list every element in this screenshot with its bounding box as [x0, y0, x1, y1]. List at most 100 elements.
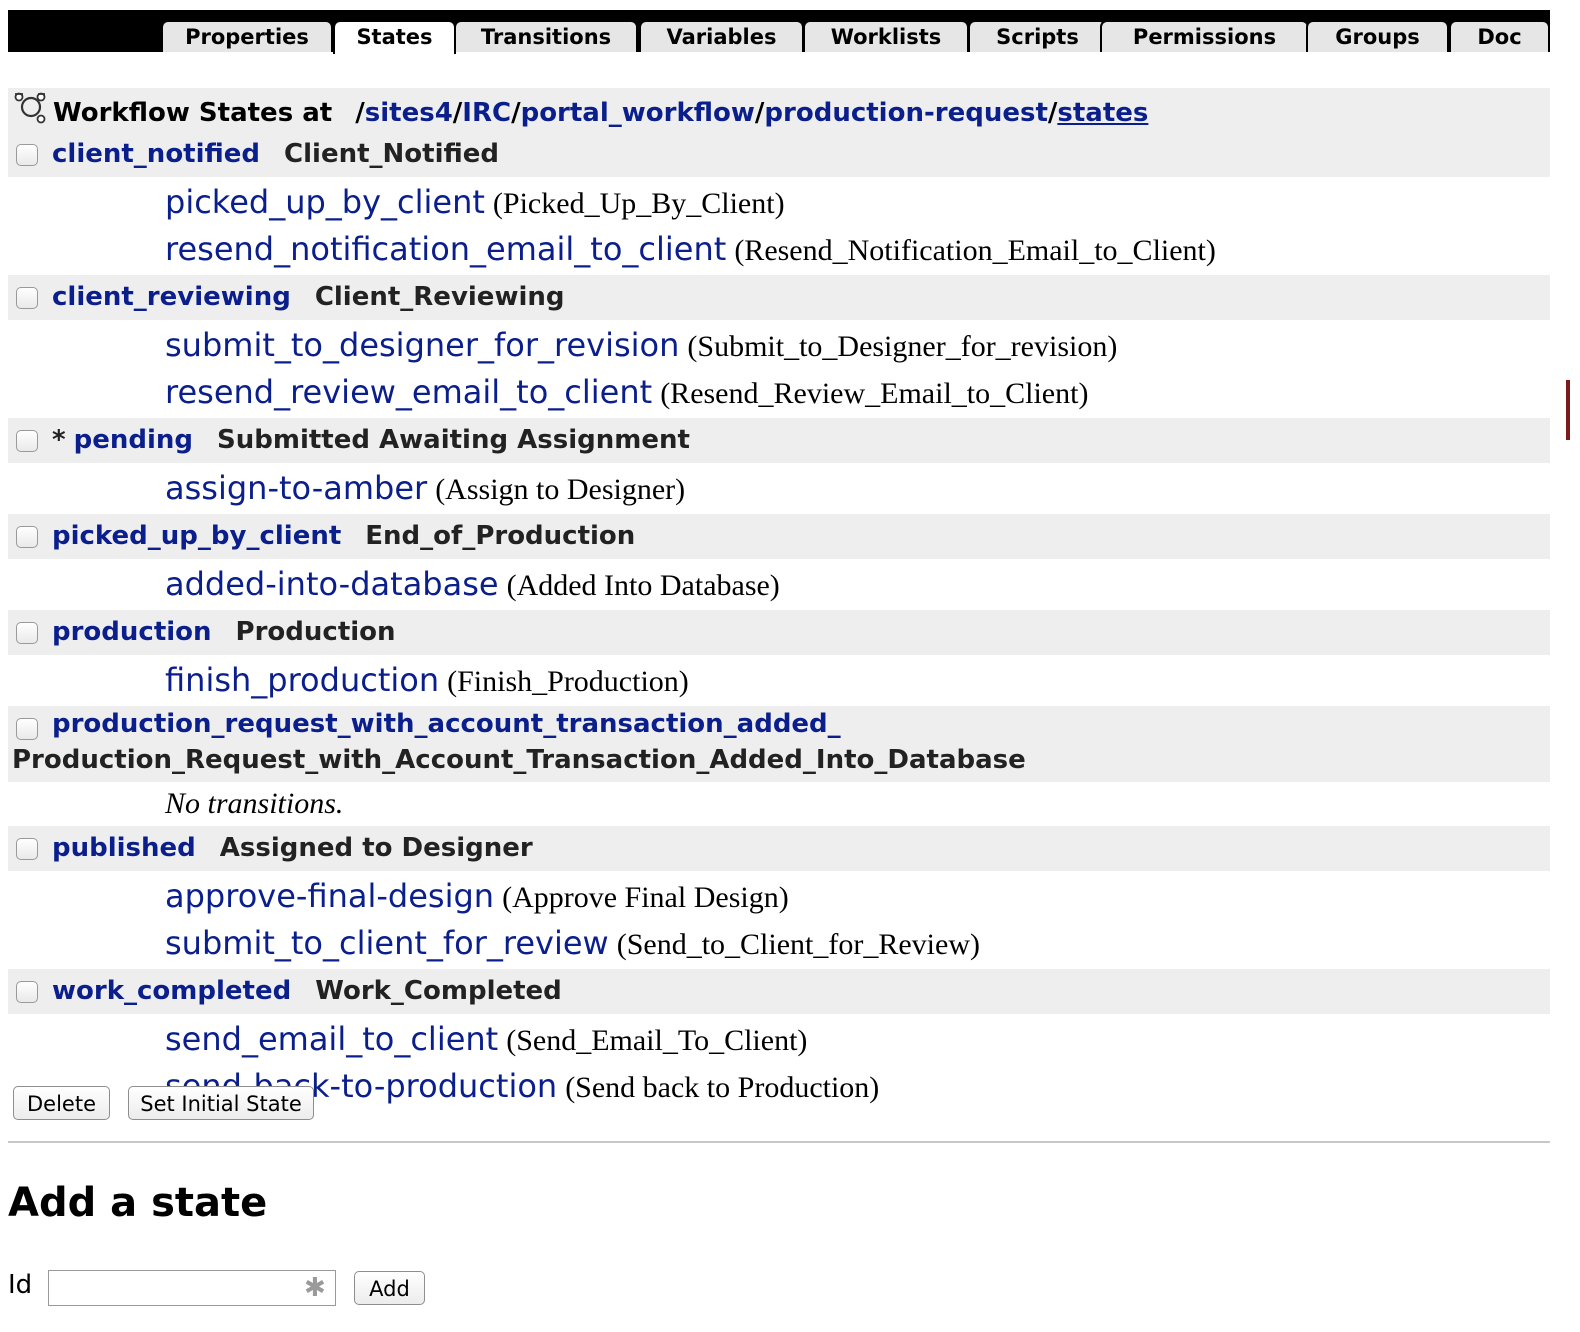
state-row: published Assigned to Designer [8, 826, 1550, 871]
transition-item: send_email_to_client (Send_Email_To_Clien… [165, 1016, 1550, 1063]
workflow-icon [14, 92, 46, 124]
transition-link[interactable]: finish_production [165, 661, 439, 699]
transition-title: (Picked_Up_By_Client) [492, 187, 785, 220]
transition-item: picked_up_by_client (Picked_Up_By_Client) [165, 179, 1550, 226]
transition-title: (Added Into Database) [506, 569, 780, 602]
breadcrumb: /sites4/IRC/portal_workflow/production-r… [355, 98, 1148, 128]
states-list: Workflow States at /sites4/IRC/portal_wo… [8, 88, 1550, 1112]
transition-link[interactable]: assign-to-amber [165, 469, 427, 507]
transition-title: (Resend_Review_Email_to_Client) [660, 377, 1089, 410]
transition-title: (Send_to_Client_for_Review) [616, 928, 980, 961]
breadcrumb-link-states[interactable]: states [1057, 98, 1148, 128]
initial-state-marker: * [52, 425, 66, 455]
tabs: Properties States Transitions Variables Work… [8, 20, 1550, 54]
transition-title: (Send_Email_To_Client) [506, 1024, 808, 1057]
breadcrumb-separator: / [511, 98, 521, 128]
breadcrumb-link-portal_workflow[interactable]: portal_workflow [521, 98, 755, 128]
state-id-link[interactable]: picked_up_by_client [52, 521, 341, 551]
transition-item: approve-final-design (Approve Final Desig… [165, 873, 1550, 920]
add-button[interactable]: Add [354, 1271, 425, 1305]
tab-groups[interactable]: Groups [1306, 20, 1449, 52]
state-checkbox[interactable] [16, 838, 38, 860]
state-id-link[interactable]: pending [74, 425, 193, 455]
breadcrumb-separator: / [452, 98, 463, 128]
transition-item: submit_to_client_for_review (Send_to_Clie… [165, 920, 1550, 967]
transitions-list: assign-to-amber (Assign to Designer) [8, 463, 1550, 514]
window-edge [1566, 380, 1570, 440]
state-id-link[interactable]: work_completed [52, 976, 291, 1006]
add-state-heading: Add a state [8, 1180, 268, 1226]
state-row: picked_up_by_client End_of_Production [8, 514, 1550, 559]
state-title: Client_Notified [284, 139, 500, 169]
state-checkbox[interactable] [16, 718, 38, 740]
tab-properties[interactable]: Properties [161, 20, 333, 52]
state-id-link[interactable]: client_reviewing [52, 282, 291, 312]
transition-link[interactable]: added-into-database [165, 565, 499, 603]
transition-title: (Send back to Production) [565, 1071, 880, 1104]
transition-item: send-back-to-production (Send back to Pro… [165, 1063, 1550, 1110]
transition-link[interactable]: resend_notification_email_to_client [165, 230, 726, 268]
state-id-input[interactable] [48, 1270, 336, 1306]
transitions-list: No transitions. [8, 782, 1550, 826]
breadcrumb-link-production-request[interactable]: production-request [764, 98, 1047, 128]
state-heading: production_request_with_account_transact… [52, 706, 841, 742]
transition-item: added-into-database (Added Into Database) [165, 561, 1550, 608]
divider [8, 1141, 1550, 1143]
transitions-list: submit_to_designer_for_revision (Submit_t… [8, 320, 1550, 418]
transition-title: (Assign to Designer) [435, 473, 686, 506]
state-checkbox[interactable] [16, 981, 38, 1003]
breadcrumb-link-IRC[interactable]: IRC [462, 98, 511, 128]
transition-link[interactable]: submit_to_designer_for_revision [165, 326, 679, 364]
state-row: client_notified Client_Notified [8, 132, 1550, 177]
page-title-bar: Workflow States at /sites4/IRC/portal_wo… [8, 88, 1550, 132]
state-checkbox[interactable] [16, 526, 38, 548]
breadcrumb-link-sites4[interactable]: sites4 [365, 98, 453, 128]
set-initial-state-button[interactable]: Set Initial State [128, 1086, 314, 1120]
state-row: work_completed Work_Completed [8, 969, 1550, 1014]
transition-title: (Approve Final Design) [502, 881, 789, 914]
tab-variables[interactable]: Variables [639, 20, 804, 52]
state-title: Submitted Awaiting Assignment [217, 425, 690, 455]
tab-worklists[interactable]: Worklists [803, 20, 969, 52]
state-checkbox[interactable] [16, 287, 38, 309]
transition-item: finish_production (Finish_Production) [165, 657, 1550, 704]
transition-link[interactable]: resend_review_email_to_client [165, 373, 652, 411]
state-title: Production_Request_with_Account_Transact… [12, 745, 1026, 775]
transition-title: (Finish_Production) [447, 665, 689, 698]
id-label: Id [8, 1270, 33, 1300]
state-id-link[interactable]: client_notified [52, 139, 260, 169]
state-heading: picked_up_by_client End_of_Production [52, 514, 635, 558]
no-transitions-text: No transitions. [165, 787, 344, 820]
state-title: Client_Reviewing [314, 282, 565, 312]
state-heading: work_completed Work_Completed [52, 969, 562, 1013]
tab-transitions[interactable]: Transitions [454, 20, 638, 52]
state-title: Work_Completed [315, 976, 562, 1006]
transition-link[interactable]: approve-final-design [165, 877, 494, 915]
state-id-link[interactable]: published [52, 833, 196, 863]
page-title: Workflow States at [53, 98, 333, 128]
tab-permissions[interactable]: Permissions [1100, 20, 1309, 52]
tab-doc[interactable]: Doc [1449, 20, 1550, 52]
state-checkbox[interactable] [16, 622, 38, 644]
tab-states[interactable]: States [333, 20, 456, 54]
transition-item: submit_to_designer_for_revision (Submit_t… [165, 322, 1550, 369]
state-row: production Production [8, 610, 1550, 655]
breadcrumb-separator: / [1047, 98, 1058, 128]
transition-link[interactable]: picked_up_by_client [165, 183, 485, 221]
transition-title: (Submit_to_Designer_for_revision) [687, 330, 1118, 363]
transition-link[interactable]: send_email_to_client [165, 1020, 498, 1058]
transitions-list: picked_up_by_client (Picked_Up_By_Client)… [8, 177, 1550, 275]
state-id-link[interactable]: production_request_with_account_transact… [52, 709, 841, 739]
delete-button[interactable]: Delete [13, 1086, 110, 1120]
transitions-list: added-into-database (Added Into Database) [8, 559, 1550, 610]
state-checkbox[interactable] [16, 430, 38, 452]
state-id-link[interactable]: production [52, 617, 212, 647]
transition-link[interactable]: submit_to_client_for_review [165, 924, 609, 962]
state-checkbox[interactable] [16, 144, 38, 166]
transitions-list: finish_production (Finish_Production) [8, 655, 1550, 706]
tab-scripts[interactable]: Scripts [968, 20, 1107, 52]
state-heading: * pending Submitted Awaiting Assignment [52, 418, 690, 462]
state-heading: client_reviewing Client_Reviewing [52, 275, 565, 319]
required-asterisk-icon: ✱ [304, 1273, 326, 1303]
state-heading: client_notified Client_Notified [52, 132, 499, 176]
